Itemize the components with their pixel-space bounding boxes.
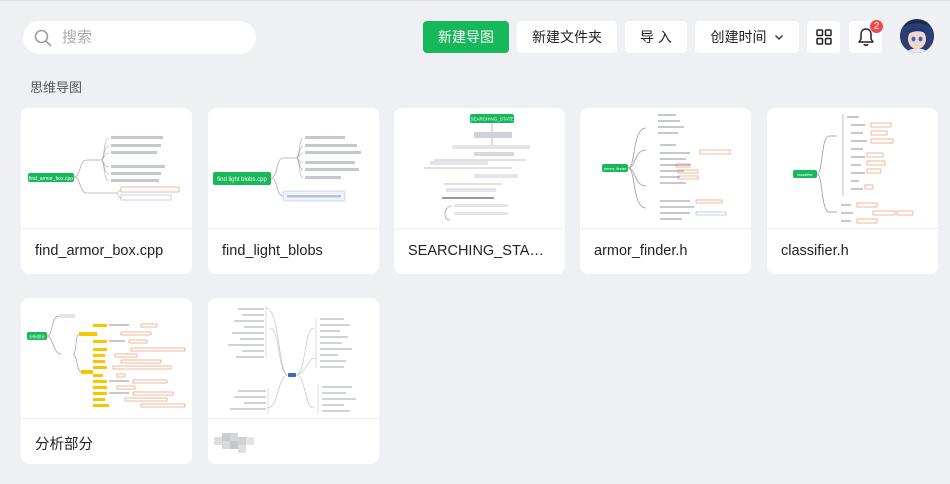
new-mindmap-button[interactable]: 新建导图 xyxy=(423,21,509,53)
svg-text:find_armor_box.cpp: find_armor_box.cpp xyxy=(29,176,73,182)
card-thumbnail: find_armor_box.cpp xyxy=(21,108,192,229)
mindmap-card[interactable]: classifier classifier.h xyxy=(767,108,938,274)
search-icon xyxy=(34,29,52,46)
chevron-down-icon xyxy=(774,35,783,40)
top-divider xyxy=(0,0,950,1)
svg-text:armor_finder: armor_finder xyxy=(604,166,627,171)
avatar[interactable] xyxy=(900,19,934,53)
card-thumbnail xyxy=(208,298,379,419)
new-folder-button[interactable]: 新建文件夹 xyxy=(517,21,617,53)
avatar-image xyxy=(900,19,934,53)
card-thumbnail: 分析部分 xyxy=(21,298,192,419)
card-thumbnail: find light blobs.cpp xyxy=(208,108,379,229)
search-input[interactable] xyxy=(60,28,244,47)
mindmap-card[interactable]: SEARCHING_STATE SEARCHING_STA… xyxy=(394,108,565,274)
mindmap-card[interactable]: armor_finder armor_finder.h xyxy=(580,108,751,274)
new-mindmap-label: 新建导图 xyxy=(438,29,494,45)
sort-dropdown[interactable]: 创建时间 xyxy=(695,21,799,53)
card-title: find_armor_box.cpp xyxy=(35,243,164,259)
svg-text:classifier: classifier xyxy=(797,172,813,177)
import-label: 导 入 xyxy=(640,29,672,45)
card-title-blurred xyxy=(214,431,254,453)
search-box[interactable] xyxy=(23,21,256,54)
card-thumbnail: classifier xyxy=(767,108,938,229)
mindmap-card[interactable]: 分析部分 分析部分 xyxy=(21,298,192,464)
card-title: find_light_blobs xyxy=(222,243,323,259)
import-button[interactable]: 导 入 xyxy=(625,21,687,53)
card-title: SEARCHING_STA… xyxy=(408,243,544,259)
mindmap-card[interactable] xyxy=(208,298,379,464)
mindmap-card[interactable]: find light blobs.cpp find_light_blobs xyxy=(208,108,379,274)
svg-text:find light blobs.cpp: find light blobs.cpp xyxy=(217,177,267,183)
new-folder-label: 新建文件夹 xyxy=(532,29,602,45)
section-title: 思维导图 xyxy=(30,80,83,95)
card-title: classifier.h xyxy=(781,243,849,259)
card-title: 分析部分 xyxy=(35,437,93,453)
grid-icon xyxy=(815,29,832,45)
card-title: armor_finder.h xyxy=(594,243,688,259)
sort-label: 创建时间 xyxy=(710,29,767,45)
grid-view-button[interactable] xyxy=(807,21,840,53)
card-thumbnail: armor_finder xyxy=(580,108,751,229)
mindmap-card[interactable]: find_armor_box.cpp find_armor_box.cpp xyxy=(21,108,192,274)
notification-badge: 2 xyxy=(870,20,883,33)
svg-text:分析部分: 分析部分 xyxy=(29,333,45,339)
card-thumbnail: SEARCHING_STATE xyxy=(394,108,565,229)
svg-text:SEARCHING_STATE: SEARCHING_STATE xyxy=(470,117,513,122)
